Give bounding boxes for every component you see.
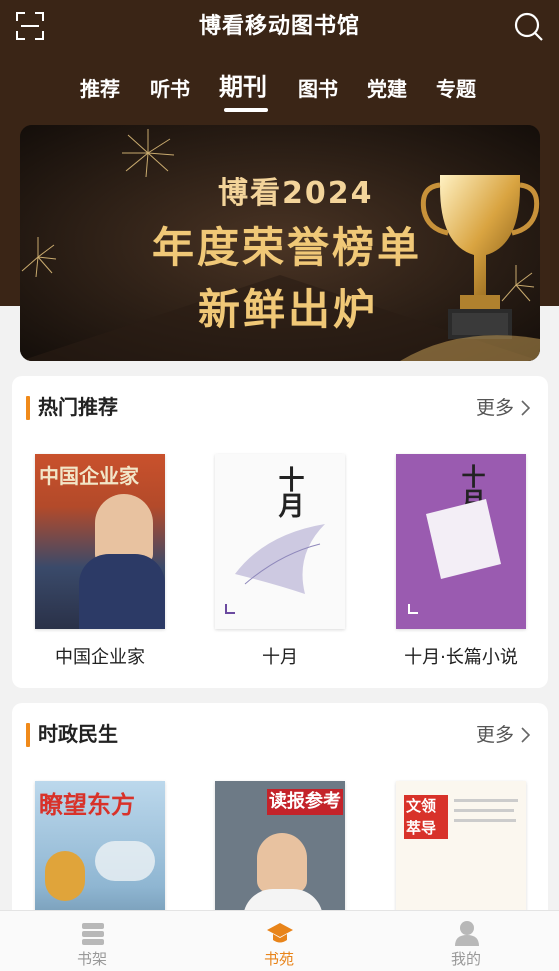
more-link[interactable]: 更多 bbox=[476, 393, 514, 423]
tab-party-building[interactable]: 党建 bbox=[367, 70, 407, 108]
nav-bookshelf[interactable]: 书架 bbox=[32, 911, 152, 971]
tab-audiobooks[interactable]: 听书 bbox=[150, 70, 190, 108]
top-bar: 博看移动图书馆 bbox=[0, 0, 559, 56]
nav-label: 我的 bbox=[450, 950, 481, 968]
category-tabs: 推荐 听书 期刊 图书 党建 专题 bbox=[0, 70, 559, 118]
magazine-title: 十月·长篇小说 bbox=[404, 647, 518, 668]
cover-art bbox=[426, 499, 501, 579]
tab-recommend[interactable]: 推荐 bbox=[80, 70, 120, 108]
cover-masthead: 十月 bbox=[274, 466, 304, 518]
banner-headline-sub: 新鲜出炉 bbox=[198, 285, 379, 334]
section-accent-bar bbox=[26, 396, 30, 420]
active-tab-indicator bbox=[224, 108, 268, 112]
cover-corner-mark bbox=[225, 604, 235, 614]
magazine-cover[interactable]: 十月 bbox=[215, 454, 345, 629]
section-accent-bar bbox=[26, 723, 30, 747]
section-title: 时政民生 bbox=[38, 722, 118, 746]
cover-masthead: 瞭望东方 bbox=[39, 791, 135, 819]
section-hot-recommend: 热门推荐 更多 中国企业家 中国企业家 十月 十月 十月 十月·长篇小说 bbox=[12, 376, 548, 688]
books-icon bbox=[82, 923, 104, 945]
cover-portrait bbox=[257, 833, 307, 893]
magazine-cover[interactable]: 中国企业家 bbox=[35, 454, 165, 629]
section-title: 热门推荐 bbox=[38, 395, 118, 419]
cover-masthead: 中国企业家 bbox=[39, 464, 139, 488]
cover-text-line bbox=[454, 809, 514, 812]
chevron-right-icon[interactable] bbox=[520, 400, 530, 416]
cover-text-line bbox=[454, 799, 518, 802]
app-title: 博看移动图书馆 bbox=[198, 14, 360, 39]
cover-figure bbox=[45, 851, 85, 901]
cover-cloud bbox=[95, 841, 155, 881]
tab-periodicals[interactable]: 期刊 bbox=[219, 68, 267, 106]
nav-label: 书架 bbox=[76, 950, 107, 968]
cover-masthead: 读报参考 bbox=[269, 791, 341, 812]
bottom-navigation: 书架 书苑 我的 bbox=[0, 910, 559, 971]
banner-headline-year: 博看2024 bbox=[218, 176, 374, 211]
user-icon bbox=[455, 921, 479, 946]
search-icon[interactable] bbox=[514, 12, 544, 42]
chevron-right-icon[interactable] bbox=[520, 727, 530, 743]
magazine-title: 十月 bbox=[262, 647, 298, 668]
cover-corner-mark bbox=[408, 604, 418, 614]
more-link[interactable]: 更多 bbox=[476, 720, 514, 750]
tab-books[interactable]: 图书 bbox=[298, 70, 338, 108]
nav-library[interactable]: 书苑 bbox=[219, 911, 339, 971]
magazine-title: 中国企业家 bbox=[55, 647, 145, 668]
magazine-cover[interactable]: 十月 bbox=[396, 454, 526, 629]
tab-topics[interactable]: 专题 bbox=[436, 70, 476, 108]
cover-suit bbox=[79, 554, 165, 629]
nav-label: 书苑 bbox=[263, 950, 294, 968]
banner-headline-main: 年度荣誉榜单 bbox=[152, 223, 423, 272]
cover-text-line bbox=[454, 819, 516, 822]
cover-masthead: 文领萃导 bbox=[406, 797, 437, 837]
cover-art bbox=[235, 524, 325, 594]
graduation-cap-icon bbox=[267, 923, 293, 943]
nav-profile[interactable]: 我的 bbox=[406, 911, 526, 971]
